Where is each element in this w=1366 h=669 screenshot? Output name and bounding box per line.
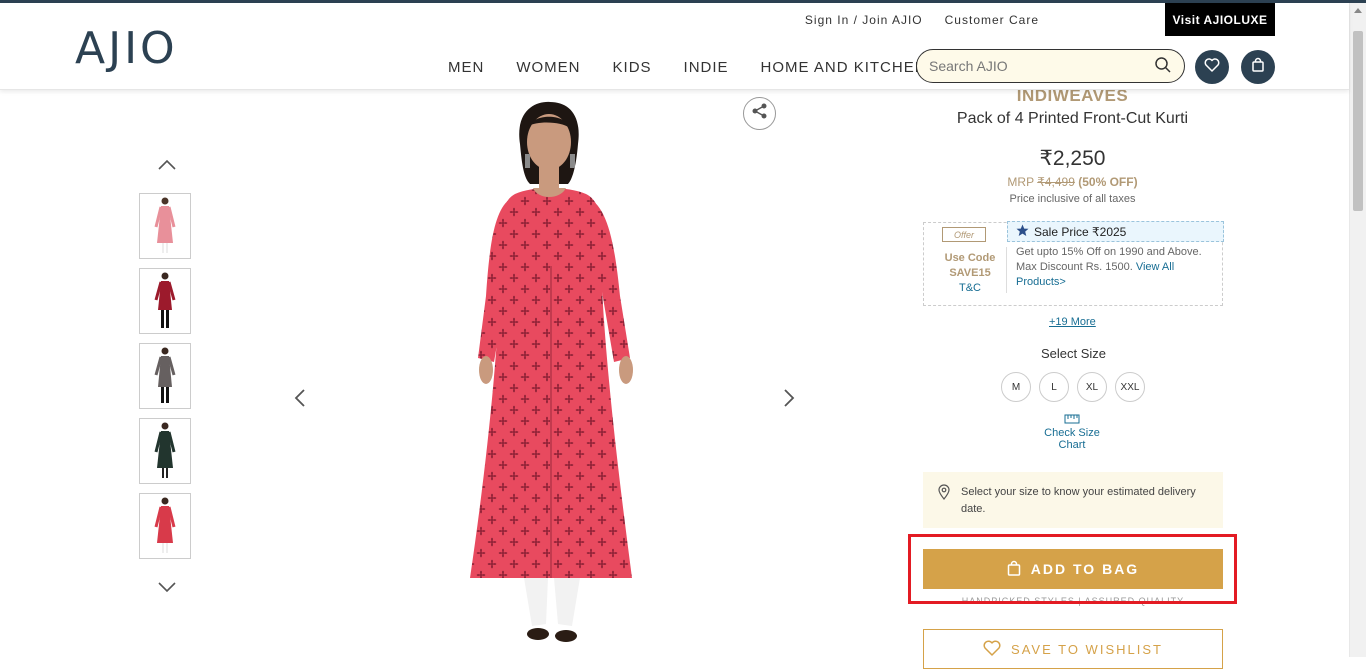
bag-icon [1250,57,1266,78]
bag-header-button[interactable] [1241,50,1275,84]
heart-icon [983,640,1001,659]
nav-women[interactable]: WOMEN [516,59,580,76]
highlight-box [908,534,1237,604]
scrollbar-thumb[interactable] [1353,31,1363,211]
offer-divider [1006,247,1007,293]
product-info: INDIWEAVES Pack of 4 Printed Front-Cut K… [922,86,1223,205]
size-option-m[interactable]: M [1001,372,1031,402]
mrp-line: MRP ₹4,499 (50% OFF) [922,175,1223,189]
delivery-text: Select your size to know your estimated … [961,486,1196,515]
mrp-value: ₹4,499 [1037,175,1075,189]
offer-box: Offer Use Code SAVE15 T&C Sale Price ₹20… [923,221,1224,306]
search-input[interactable]: Search AJIO [916,49,1185,83]
size-option-xl[interactable]: XL [1077,372,1107,402]
thumbnail-5[interactable] [139,493,191,559]
search-placeholder: Search AJIO [929,58,1008,74]
top-links: Sign In / Join AJIO Customer Care [805,13,1039,27]
scroll-up-icon[interactable] [1354,8,1362,13]
visit-ajioluxe-button[interactable]: Visit AJIOLUXE [1165,3,1275,36]
ajio-logo[interactable]: AJIO [75,23,178,74]
thumbnail-2[interactable] [139,268,191,334]
thumbnail-list [139,193,191,568]
offer-description: Get upto 15% Off on 1990 and Above. Max … [1016,245,1221,290]
wishlist-header-button[interactable] [1195,50,1229,84]
thumbnail-1[interactable] [139,193,191,259]
main-nav: MEN WOMEN KIDS INDIE HOME AND KITCHEN [448,59,959,76]
more-offers-link[interactable]: +19 More [1049,316,1096,328]
wishlist-label: SAVE TO WISHLIST [1011,641,1163,657]
next-image-arrow-icon[interactable] [782,388,796,413]
nav-indie[interactable]: INDIE [684,59,729,76]
delivery-info: Select your size to know your estimated … [923,472,1223,528]
coupon-code-block: Use Code SAVE15 T&C [932,251,1008,296]
select-size-label: Select Size [1041,346,1107,361]
size-chart-link[interactable]: Check Size Chart [1030,414,1114,451]
size-option-l[interactable]: L [1039,372,1069,402]
page-scrollbar[interactable] [1349,3,1366,657]
thumbs-up-chevron-icon[interactable] [157,158,177,177]
size-option-xxl[interactable]: XXL [1115,372,1145,402]
offer-tag: Offer [942,227,986,242]
signin-link[interactable]: Sign In / Join AJIO [805,13,923,27]
nav-kids[interactable]: KIDS [613,59,652,76]
coupon-code: SAVE15 [949,267,991,279]
size-options: M L XL XXL [1001,372,1145,402]
product-name: Pack of 4 Printed Front-Cut Kurti [956,110,1189,127]
use-code-label: Use Code [944,252,996,264]
product-price: ₹2,250 [1039,147,1106,170]
sale-price-text: Sale Price ₹2025 [1034,224,1127,239]
mrp-label: MRP [1007,175,1034,189]
ruler-icon [1030,414,1114,427]
nav-home-kitchen[interactable]: HOME AND KITCHEN [761,59,927,76]
customer-care-link[interactable]: Customer Care [945,13,1039,27]
site-header: AJIO Sign In / Join AJIO Customer Care V… [0,3,1349,90]
save-to-wishlist-button[interactable]: SAVE TO WISHLIST [923,629,1223,669]
thumbs-down-chevron-icon[interactable] [157,580,177,599]
tnc-link[interactable]: T&C [959,282,981,294]
sale-price-banner: Sale Price ₹2025 [1007,221,1224,242]
prev-image-arrow-icon[interactable] [293,388,307,413]
discount-percent: (50% OFF) [1078,175,1138,189]
heart-icon [1204,57,1220,78]
search-icon[interactable] [1154,56,1172,77]
main-product-image[interactable] [310,96,780,657]
thumbnail-3[interactable] [139,343,191,409]
nav-men[interactable]: MEN [448,59,484,76]
tax-note: Price inclusive of all taxes [1009,193,1136,205]
location-pin-icon [937,484,951,528]
size-chart-label: Check Size Chart [1044,427,1100,451]
star-icon [1016,224,1029,240]
thumbnail-4[interactable] [139,418,191,484]
